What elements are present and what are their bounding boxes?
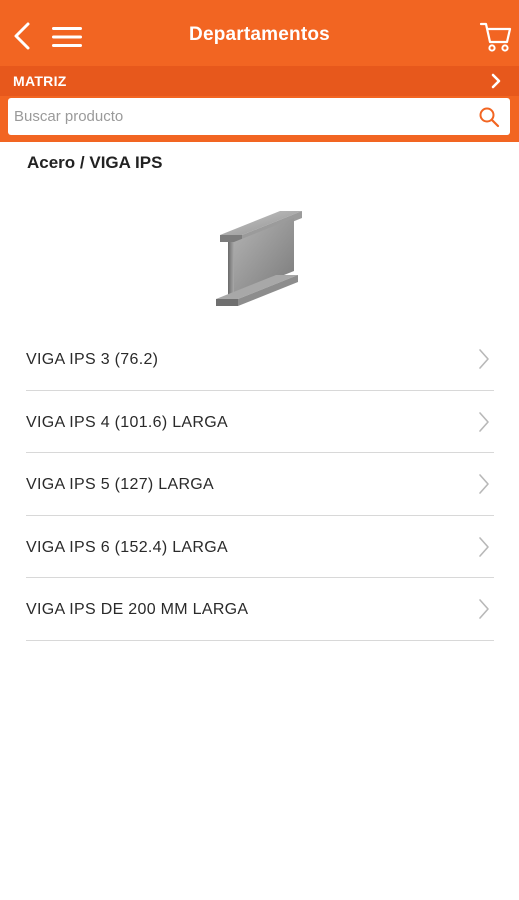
app-header: Departamentos: [0, 0, 519, 72]
branch-label: MATRIZ: [13, 73, 67, 89]
list-item-label: VIGA IPS 6 (152.4) LARGA: [26, 538, 228, 556]
chevron-right-icon: [479, 349, 489, 369]
chevron-right-icon: [479, 599, 489, 619]
cart-button[interactable]: [479, 18, 513, 54]
search-input[interactable]: [14, 98, 469, 135]
list-item-label: VIGA IPS DE 200 MM LARGA: [26, 601, 249, 618]
list-item[interactable]: VIGA IPS 6 (152.4) LARGA: [26, 516, 494, 578]
chevron-right-icon: [479, 474, 489, 494]
chevron-right-icon: [491, 73, 501, 89]
shopping-cart-icon: [479, 22, 512, 52]
chevron-left-icon: [14, 22, 30, 50]
hamburger-menu-icon: [52, 27, 82, 47]
branch-selector[interactable]: MATRIZ: [0, 66, 519, 96]
search-bar: [0, 96, 519, 142]
menu-button[interactable]: [50, 24, 84, 50]
product-list: VIGA IPS 3 (76.2) VIGA IPS 4 (101.6) LAR…: [26, 328, 494, 641]
list-item[interactable]: VIGA IPS DE 200 MM LARGA: [26, 578, 494, 641]
search-icon[interactable]: [478, 106, 500, 128]
list-item[interactable]: VIGA IPS 4 (101.6) LARGA: [26, 391, 494, 453]
back-button[interactable]: [8, 18, 38, 54]
list-item-label: VIGA IPS 3 (76.2): [26, 351, 159, 368]
list-item[interactable]: VIGA IPS 5 (127) LARGA: [26, 453, 494, 516]
chevron-right-icon: [479, 536, 489, 557]
search-box: [8, 98, 510, 135]
chevron-right-icon: [479, 411, 489, 432]
list-item-label: VIGA IPS 4 (101.6) LARGA: [26, 413, 228, 431]
steel-i-beam-image: [216, 211, 302, 306]
list-item[interactable]: VIGA IPS 3 (76.2): [26, 328, 494, 391]
list-item-label: VIGA IPS 5 (127) LARGA: [26, 476, 215, 493]
breadcrumb: Acero / VIGA IPS: [27, 153, 163, 172]
